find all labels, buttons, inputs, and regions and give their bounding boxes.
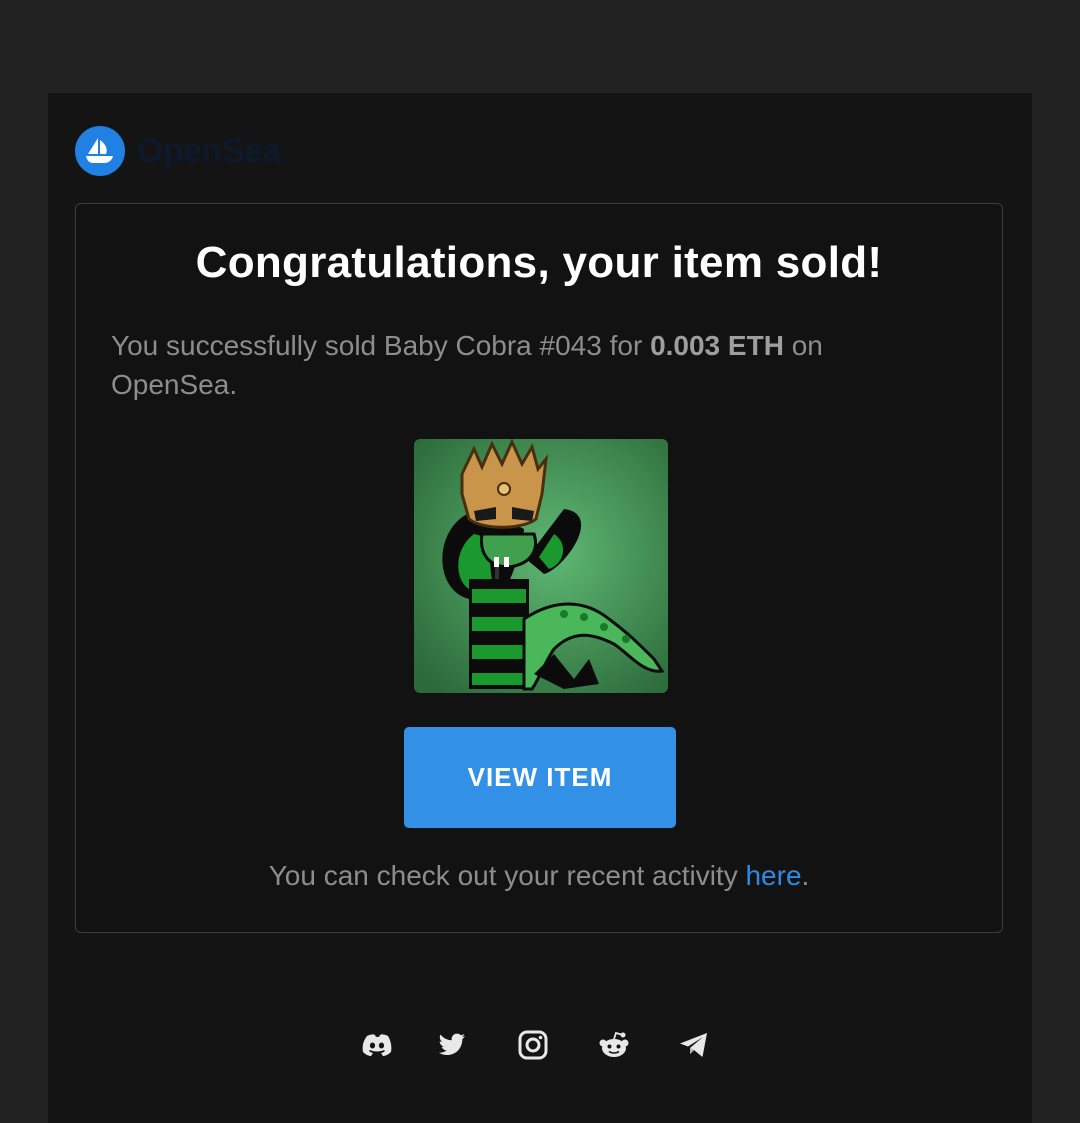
twitter-icon[interactable] xyxy=(432,1025,472,1065)
reddit-icon[interactable] xyxy=(594,1025,634,1065)
email-container: OpenSea Congratulations, your item sold!… xyxy=(48,93,1032,1123)
telegram-icon[interactable] xyxy=(674,1025,714,1065)
baby-cobra-nft-image[interactable] xyxy=(414,439,668,693)
instagram-icon[interactable] xyxy=(513,1025,553,1065)
logo-text: OpenSea xyxy=(137,131,281,170)
social-links xyxy=(48,1025,1032,1065)
view-item-button[interactable]: VIEW ITEM xyxy=(404,727,676,828)
notification-card: Congratulations, your item sold! You suc… xyxy=(75,203,1003,933)
discord-icon[interactable] xyxy=(357,1025,397,1065)
activity-line: You can check out your recent activity h… xyxy=(76,860,1002,892)
page-title: Congratulations, your item sold! xyxy=(195,238,883,287)
activity-text: You can check out your recent activity xyxy=(268,860,746,891)
activity-period: . xyxy=(801,860,810,891)
sale-message-text: You successfully sold Baby Cobra #043 fo… xyxy=(111,330,651,361)
opensea-logo[interactable]: OpenSea xyxy=(75,126,281,176)
activity-here-link[interactable]: here xyxy=(745,860,801,891)
opensea-ship-icon xyxy=(75,126,125,176)
sale-price: 0.003 ETH xyxy=(650,330,784,361)
sale-message: You successfully sold Baby Cobra #043 fo… xyxy=(111,326,931,404)
